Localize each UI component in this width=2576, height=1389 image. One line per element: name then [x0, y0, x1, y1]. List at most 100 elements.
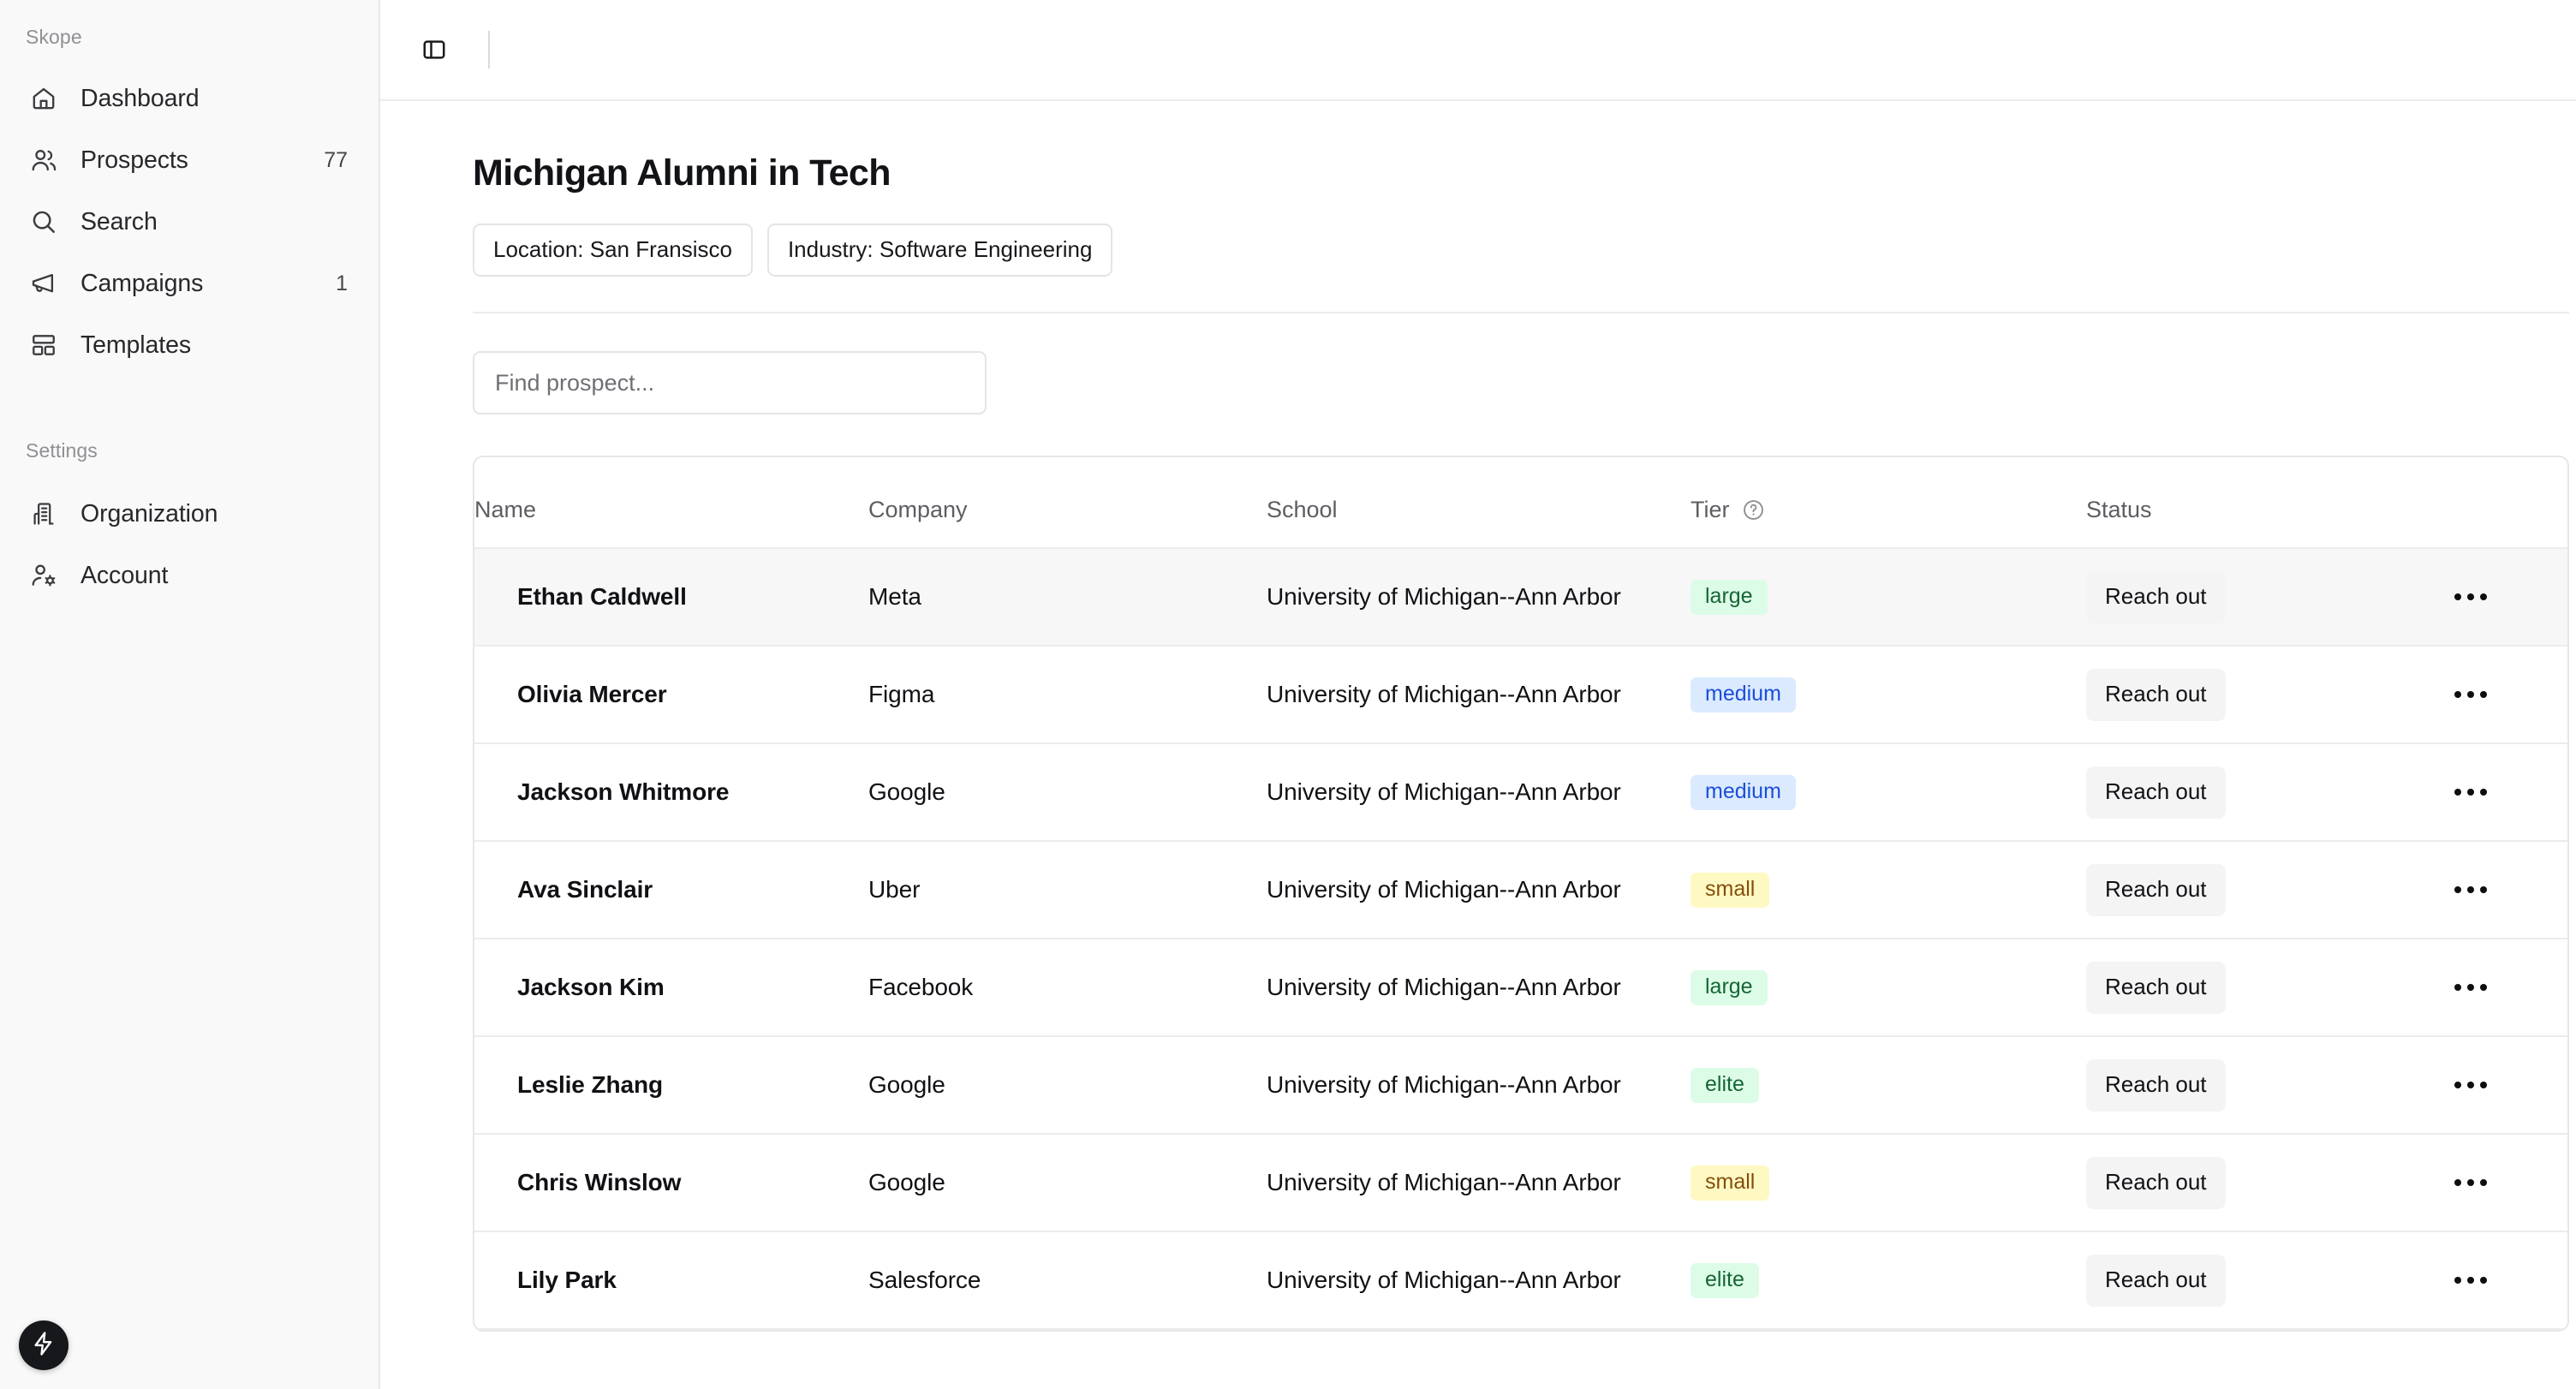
- tier-badge: medium: [1690, 677, 1796, 712]
- layout-icon: [26, 327, 62, 363]
- ellipsis-icon[interactable]: [2444, 866, 2497, 914]
- cell-company: Meta: [868, 548, 1267, 647]
- column-header-name[interactable]: Name: [474, 457, 868, 549]
- column-header-company[interactable]: Company: [868, 457, 1267, 549]
- table-row[interactable]: Olivia Mercer Figma University of Michigan…: [474, 646, 2567, 744]
- table-row[interactable]: Jackson Kim Facebook University of Michiga…: [474, 939, 2567, 1037]
- cell-actions: [2429, 1134, 2567, 1232]
- ellipsis-icon[interactable]: [2444, 1256, 2497, 1304]
- cell-name: Leslie Zhang: [474, 1036, 868, 1135]
- cell-name: Lily Park: [474, 1231, 868, 1330]
- cell-actions: [2429, 548, 2567, 647]
- cell-name: Olivia Mercer: [474, 646, 868, 744]
- reach-out-button[interactable]: Reach out: [2086, 863, 2226, 916]
- sidebar-item-badge: 1: [336, 271, 348, 295]
- cell-school: University of Michigan--Ann Arbor: [1267, 646, 1690, 744]
- tier-badge: large: [1690, 969, 1768, 1005]
- lightning-bolt-icon: [31, 1331, 57, 1361]
- sidebar-nav-main: Dashboard Prospects 77 Search Campaigns 1 Temp…: [0, 68, 379, 376]
- sidebar-item-campaigns[interactable]: Campaigns 1: [0, 253, 379, 314]
- table-row[interactable]: Jackson Whitmore Google University of Mich…: [474, 743, 2567, 842]
- cell-actions: [2429, 646, 2567, 744]
- cell-company: Google: [868, 743, 1267, 842]
- filter-chip-2[interactable]: Industry: Software Engineering: [766, 224, 1113, 277]
- cell-name: Jackson Kim: [474, 939, 868, 1037]
- cell-actions: [2429, 743, 2567, 842]
- sidebar: Skope Dashboard Prospects 77 Search Campaign…: [0, 0, 380, 1389]
- cell-name: Ethan Caldwell: [474, 548, 868, 647]
- filter-chip-1[interactable]: Location: San Fransisco: [473, 224, 753, 277]
- sidebar-item-label: Templates: [80, 331, 191, 359]
- filter-chip-list: Location: San Fransisco Industry: Softwar…: [473, 224, 2525, 277]
- reach-out-button[interactable]: Reach out: [2086, 1058, 2226, 1112]
- reach-out-button[interactable]: Reach out: [2086, 961, 2226, 1014]
- table-row[interactable]: Chris Winslow Google University of Michiga…: [474, 1134, 2567, 1232]
- cell-actions: [2429, 841, 2567, 939]
- cell-tier: large: [1690, 939, 2086, 1037]
- search-input[interactable]: [473, 351, 987, 414]
- ellipsis-icon[interactable]: [2444, 1159, 2497, 1207]
- prospects-table-card: Name Company School Tier Status Ethan Ca…: [473, 456, 2569, 1332]
- help-circle-icon[interactable]: [1742, 498, 1765, 522]
- tier-badge: elite: [1690, 1067, 1759, 1103]
- sidebar-toggle-icon[interactable]: [414, 30, 454, 69]
- cell-company: Uber: [868, 841, 1267, 939]
- sidebar-item-label: Account: [80, 561, 169, 589]
- sidebar-item-templates[interactable]: Templates: [0, 314, 379, 376]
- table-row[interactable]: Lily Park Salesforce University of Michiga…: [474, 1231, 2567, 1330]
- ellipsis-icon[interactable]: [2444, 768, 2497, 816]
- cell-status: Reach out: [2086, 548, 2429, 647]
- ellipsis-icon[interactable]: [2444, 573, 2497, 621]
- ellipsis-icon[interactable]: [2444, 1061, 2497, 1109]
- reach-out-button[interactable]: Reach out: [2086, 1254, 2226, 1307]
- sidebar-item-dashboard[interactable]: Dashboard: [0, 68, 379, 129]
- prospects-table: Name Company School Tier Status Ethan Ca…: [474, 457, 2567, 1330]
- column-header-school[interactable]: School: [1267, 457, 1690, 549]
- cell-actions: [2429, 939, 2567, 1037]
- table-row[interactable]: Leslie Zhang Google University of Michigan…: [474, 1036, 2567, 1135]
- reach-out-button[interactable]: Reach out: [2086, 570, 2226, 623]
- cell-status: Reach out: [2086, 939, 2429, 1037]
- cell-status: Reach out: [2086, 646, 2429, 744]
- sidebar-item-label: Search: [80, 207, 158, 235]
- sidebar-item-account[interactable]: Account: [0, 545, 379, 606]
- cell-tier: elite: [1690, 1036, 2086, 1135]
- reach-out-button[interactable]: Reach out: [2086, 766, 2226, 819]
- reach-out-button[interactable]: Reach out: [2086, 1156, 2226, 1209]
- table-header-row: Name Company School Tier Status: [474, 457, 2567, 549]
- table-row[interactable]: Ava Sinclair Uber University of Michigan--…: [474, 841, 2567, 939]
- cell-company: Google: [868, 1036, 1267, 1135]
- home-icon: [26, 80, 62, 116]
- table-head: Name Company School Tier Status: [474, 457, 2567, 549]
- cell-name: Chris Winslow: [474, 1134, 868, 1232]
- quick-action-fab[interactable]: [19, 1320, 69, 1370]
- app-root: Skope Dashboard Prospects 77 Search Campaign…: [0, 0, 2576, 1389]
- ellipsis-icon[interactable]: [2444, 671, 2497, 718]
- cell-status: Reach out: [2086, 1231, 2429, 1330]
- cell-tier: medium: [1690, 646, 2086, 744]
- reach-out-button[interactable]: Reach out: [2086, 668, 2226, 721]
- cell-school: University of Michigan--Ann Arbor: [1267, 939, 1690, 1037]
- sidebar-item-label: Organization: [80, 499, 218, 528]
- cell-company: Google: [868, 1134, 1267, 1232]
- column-header-tier[interactable]: Tier: [1690, 457, 2086, 549]
- sidebar-item-badge: 77: [324, 147, 348, 172]
- tier-badge: elite: [1690, 1262, 1759, 1298]
- ellipsis-icon[interactable]: [2444, 963, 2497, 1011]
- cell-company: Salesforce: [868, 1231, 1267, 1330]
- sidebar-item-organization[interactable]: Organization: [0, 483, 379, 545]
- sidebar-item-search[interactable]: Search: [0, 191, 379, 253]
- table-body: Ethan Caldwell Meta University of Michigan…: [474, 548, 2567, 1330]
- table-row[interactable]: Ethan Caldwell Meta University of Michigan…: [474, 548, 2567, 647]
- cell-tier: small: [1690, 1134, 2086, 1232]
- sidebar-brand: Skope: [26, 26, 82, 48]
- sidebar-settings-label: Settings: [26, 439, 98, 462]
- cell-company: Figma: [868, 646, 1267, 744]
- building-icon: [26, 496, 62, 532]
- sidebar-nav-settings: Organization Account: [0, 483, 379, 606]
- topbar: [380, 0, 2576, 101]
- cell-tier: elite: [1690, 1231, 2086, 1330]
- sidebar-item-prospects[interactable]: Prospects 77: [0, 129, 379, 191]
- column-header-status[interactable]: Status: [2086, 457, 2429, 549]
- search-icon: [26, 204, 62, 240]
